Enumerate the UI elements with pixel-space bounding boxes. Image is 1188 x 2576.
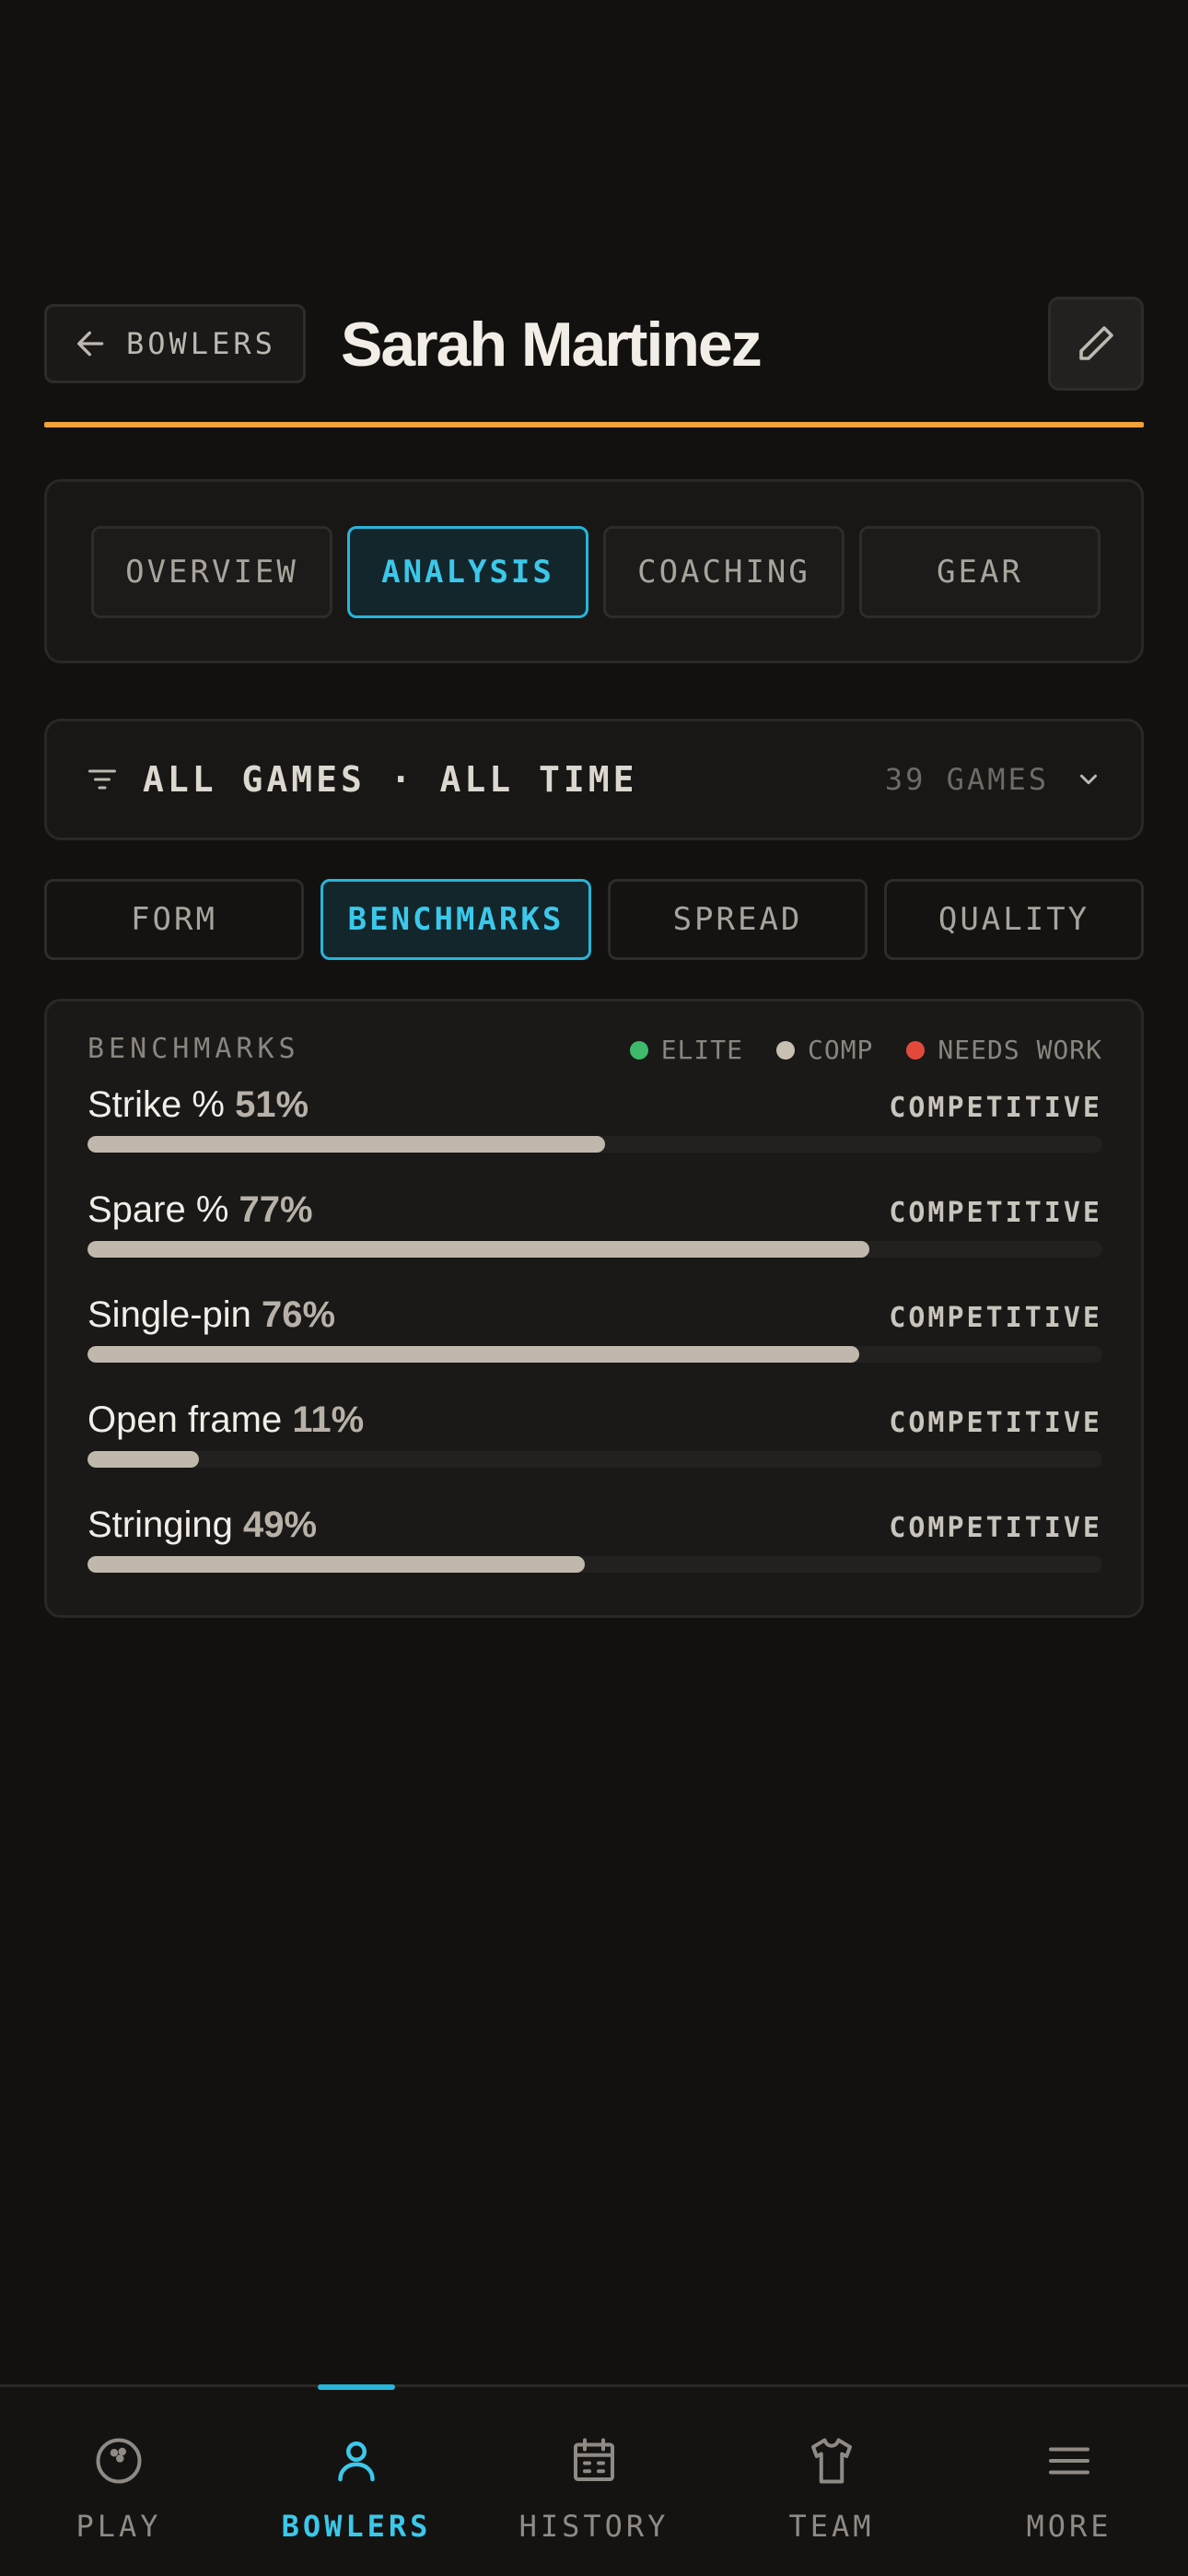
pencil-icon	[1079, 326, 1113, 360]
metric-status: COMPETITIVE	[889, 1092, 1102, 1124]
legend-label: ELITE	[660, 1035, 743, 1065]
metric-value: 49%	[243, 1505, 318, 1545]
metric-row-open-frame: Open frame 11% COMPETITIVE	[87, 1399, 1102, 1492]
filter-label: ALL GAMES · ALL TIME	[143, 759, 638, 800]
person-icon	[338, 2441, 375, 2482]
metric-label: Single-pin	[87, 1294, 251, 1335]
games-count: 39 GAMES	[884, 762, 1049, 797]
legend-item-needs-work: NEEDS WORK	[906, 1035, 1102, 1065]
back-label: BOWLERS	[126, 326, 276, 361]
metric-label: Strike %	[87, 1084, 225, 1125]
nav-label: BOWLERS	[281, 2509, 432, 2544]
legend-label: NEEDS WORK	[938, 1035, 1102, 1065]
metric-name: Strike % 51%	[87, 1084, 309, 1126]
benchmarks-title: BENCHMARKS	[87, 1033, 300, 1065]
metric-value: 76%	[262, 1294, 336, 1335]
metric-label: Open frame	[87, 1399, 283, 1440]
legend-dot-comp	[775, 1040, 795, 1060]
active-nav-indicator	[318, 2384, 395, 2390]
subtab-spread[interactable]: SPREAD	[608, 879, 868, 960]
tab-analysis[interactable]: ANALYSIS	[347, 526, 588, 618]
metric-bar-track	[87, 1346, 1102, 1363]
metric-status: COMPETITIVE	[889, 1512, 1102, 1544]
metric-row-stringing: Stringing 49% COMPETITIVE	[87, 1505, 1102, 1597]
subtab-form[interactable]: FORM	[44, 879, 304, 960]
page-title: Sarah Martinez	[341, 310, 763, 380]
back-to-bowlers-button[interactable]: BOWLERS	[44, 304, 306, 383]
metric-status: COMPETITIVE	[889, 1197, 1102, 1229]
metric-label: Spare %	[87, 1189, 229, 1230]
benchmarks-legend: ELITE COMP NEEDS WORK	[629, 1035, 1102, 1065]
metric-bar-track	[87, 1451, 1102, 1468]
edit-button[interactable]	[1048, 297, 1144, 391]
nav-item-more[interactable]: MORE	[950, 2387, 1188, 2576]
metric-label: Stringing	[87, 1505, 233, 1545]
bottom-nav: PLAY BOWLERS HISTORY TEAM MORE	[0, 2384, 1188, 2576]
nav-label: TEAM	[788, 2509, 875, 2544]
subtab-quality[interactable]: QUALITY	[884, 879, 1144, 960]
nav-item-history[interactable]: HISTORY	[475, 2387, 713, 2576]
nav-item-bowlers[interactable]: BOWLERS	[238, 2384, 475, 2576]
calendar-icon	[574, 2438, 614, 2481]
legend-label: COMP	[807, 1035, 874, 1065]
subtab-benchmarks[interactable]: BENCHMARKS	[320, 879, 591, 960]
metric-bar-fill	[87, 1556, 585, 1573]
nav-label: HISTORY	[518, 2509, 670, 2544]
metric-bar-track	[87, 1136, 1102, 1153]
legend-item-elite: ELITE	[629, 1035, 743, 1065]
benchmarks-card: BENCHMARKS ELITE COMP NEEDS WORK Strike …	[44, 999, 1144, 1618]
metric-bar-fill	[87, 1346, 859, 1363]
menu-icon	[1049, 2447, 1089, 2475]
metric-bar-fill	[87, 1136, 606, 1153]
section-tabs: OVERVIEW ANALYSIS COACHING GEAR	[44, 479, 1144, 663]
nav-item-team[interactable]: TEAM	[713, 2387, 950, 2576]
legend-dot-needs-work	[906, 1040, 926, 1060]
bowling-ball-icon	[96, 2438, 142, 2484]
metric-name: Spare % 77%	[87, 1189, 313, 1231]
filter-icon	[88, 769, 116, 790]
metric-bar-fill	[87, 1241, 869, 1258]
metric-value: 77%	[239, 1189, 313, 1230]
metric-bar-fill	[87, 1451, 200, 1468]
metric-bar-track	[87, 1556, 1102, 1573]
metric-name: Stringing 49%	[87, 1505, 317, 1546]
metric-row-single-pin: Single-pin 76% COMPETITIVE	[87, 1294, 1102, 1387]
header-divider	[44, 422, 1144, 427]
metric-status: COMPETITIVE	[889, 1407, 1102, 1439]
tab-overview[interactable]: OVERVIEW	[91, 526, 332, 618]
bowler-analysis-screen: BOWLERS Sarah Martinez OVERVIEW ANALYSIS…	[0, 0, 1188, 2576]
metric-name: Open frame 11%	[87, 1399, 364, 1441]
tab-coaching[interactable]: COACHING	[603, 526, 844, 618]
chevron-down-icon	[1080, 774, 1097, 785]
metric-status: COMPETITIVE	[889, 1302, 1102, 1334]
metric-bar-track	[87, 1241, 1102, 1258]
nav-label: MORE	[1026, 2509, 1112, 2544]
nav-label: PLAY	[76, 2509, 162, 2544]
legend-item-comp: COMP	[775, 1035, 874, 1065]
nav-item-play[interactable]: PLAY	[0, 2387, 238, 2576]
metric-name: Single-pin 76%	[87, 1294, 335, 1336]
legend-dot-elite	[629, 1040, 648, 1060]
shirt-icon	[811, 2438, 852, 2484]
arrow-left-icon	[77, 331, 104, 357]
metric-value: 11%	[292, 1399, 365, 1440]
games-filter-dropdown[interactable]: ALL GAMES · ALL TIME 39 GAMES	[44, 719, 1144, 840]
metric-value: 51%	[235, 1084, 309, 1125]
profile-header: BOWLERS Sarah Martinez	[44, 297, 1144, 429]
metric-row-spare: Spare % 77% COMPETITIVE	[87, 1189, 1102, 1282]
metric-row-strike: Strike % 51% COMPETITIVE	[87, 1084, 1102, 1177]
tab-gear[interactable]: GEAR	[859, 526, 1101, 618]
